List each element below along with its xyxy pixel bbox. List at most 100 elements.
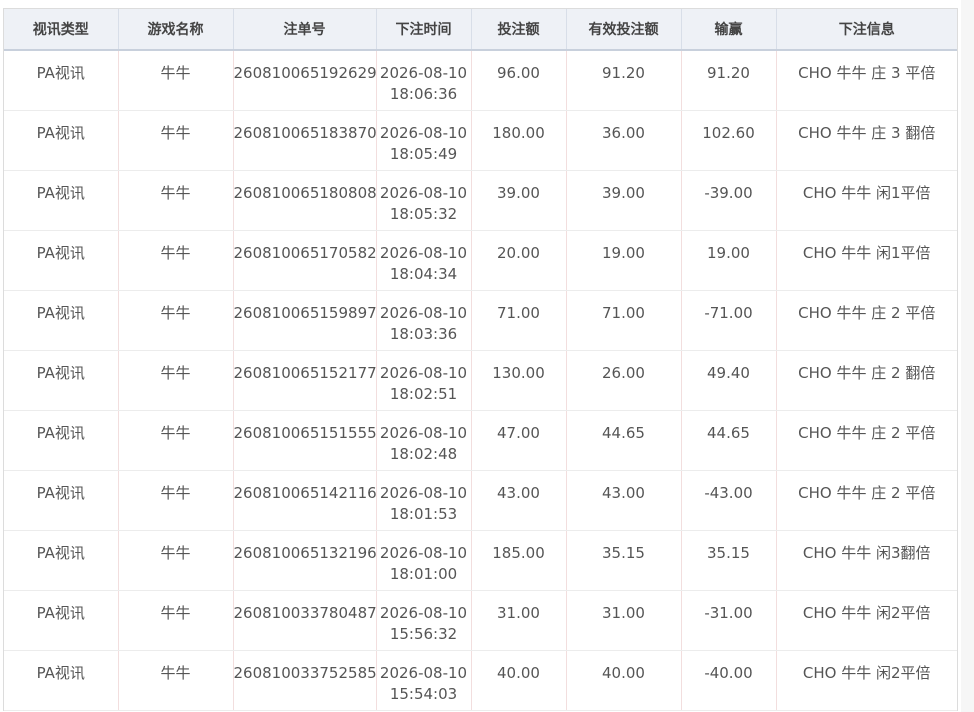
table-row[interactable]: PA视讯 牛牛 260810065132196 2026-08-10 18:01:00 1… — [4, 530, 957, 591]
valid-bet-cell: 71.00 — [566, 290, 682, 351]
video-type-cell: PA视讯 — [4, 470, 119, 531]
bet-id-cell: 260810065192629 — [233, 50, 377, 111]
bet-clock-time: 18:05:49 — [389, 144, 458, 163]
bet-amount-cell: 96.00 — [471, 50, 567, 111]
bet-amount-cell: 39.00 — [471, 170, 567, 231]
bet-amount-cell: 180.00 — [471, 110, 567, 171]
bet-id-cell: 260810065132196 — [233, 530, 377, 591]
game-name-cell: 牛牛 — [118, 350, 234, 411]
bet-info-cell: CHO 牛牛 闲2平倍 — [776, 590, 957, 651]
bet-date: 2026-08-10 — [379, 663, 468, 682]
bet-clock-time: 18:06:36 — [389, 85, 458, 103]
table-row[interactable]: PA视讯 牛牛 260810065170582 2026-08-10 18:04:34 2… — [4, 230, 957, 291]
game-name-cell: 牛牛 — [118, 110, 234, 171]
bet-date: 2026-08-10 — [379, 423, 468, 442]
win-loss-cell: 19.00 — [681, 230, 777, 291]
bet-time-cell: 2026-08-10 15:54:03 — [376, 650, 472, 711]
table-row[interactable]: PA视讯 牛牛 260810033780487 2026-08-10 15:56:32 3… — [4, 590, 957, 651]
video-type-cell: PA视讯 — [4, 650, 119, 711]
bet-id-cell: 260810065183870 — [233, 110, 377, 171]
bet-time-cell: 2026-08-10 18:02:51 — [376, 350, 472, 411]
valid-bet-cell: 91.20 — [566, 50, 682, 111]
bet-id-cell: 260810065152177 — [233, 350, 377, 411]
valid-bet-cell: 40.00 — [566, 650, 682, 711]
bet-info-cell: CHO 牛牛 闲1平倍 — [776, 170, 957, 231]
table-row[interactable]: PA视讯 牛牛 260810033752585 2026-08-10 15:54:03 4… — [4, 650, 957, 711]
bet-info-cell: CHO 牛牛 庄 3 翻倍 — [776, 110, 957, 171]
bet-info-cell: CHO 牛牛 庄 2 平倍 — [776, 410, 957, 471]
bet-clock-time: 18:01:00 — [389, 564, 458, 583]
header-game-name[interactable]: 游戏名称 — [118, 9, 234, 51]
game-name-cell: 牛牛 — [118, 590, 234, 651]
game-name-cell: 牛牛 — [118, 650, 234, 711]
win-loss-cell: -31.00 — [681, 590, 777, 651]
bet-info-cell: CHO 牛牛 闲3翻倍 — [776, 530, 957, 591]
bet-time-cell: 2026-08-10 18:01:00 — [376, 530, 472, 591]
bet-time-cell: 2026-08-10 18:03:36 — [376, 290, 472, 351]
game-name-cell: 牛牛 — [118, 410, 234, 471]
bet-id-cell: 260810065180808 — [233, 170, 377, 231]
bet-amount-cell: 40.00 — [471, 650, 567, 711]
header-video-type[interactable]: 视讯类型 — [4, 9, 119, 51]
table-row[interactable]: PA视讯 牛牛 260810065152177 2026-08-10 18:02:51 1… — [4, 350, 957, 411]
bet-date: 2026-08-10 — [379, 363, 468, 382]
video-type-cell: PA视讯 — [4, 50, 119, 111]
video-type-cell: PA视讯 — [4, 410, 119, 471]
bet-info-cell: CHO 牛牛 闲2平倍 — [776, 650, 957, 711]
win-loss-cell: 49.40 — [681, 350, 777, 411]
win-loss-cell: -39.00 — [681, 170, 777, 231]
win-loss-cell: -71.00 — [681, 290, 777, 351]
bet-clock-time: 18:03:36 — [389, 324, 458, 343]
video-type-cell: PA视讯 — [4, 530, 119, 591]
valid-bet-cell: 36.00 — [566, 110, 682, 171]
video-type-cell: PA视讯 — [4, 590, 119, 651]
win-loss-cell: 102.60 — [681, 110, 777, 171]
bet-amount-cell: 47.00 — [471, 410, 567, 471]
valid-bet-cell: 43.00 — [566, 470, 682, 531]
bet-id-cell: 260810065151555 — [233, 410, 377, 471]
table-row[interactable]: PA视讯 牛牛 260810065180808 2026-08-10 18:05:32 3… — [4, 170, 957, 231]
bet-clock-time: 18:02:48 — [389, 444, 458, 463]
bet-clock-time: 18:02:51 — [389, 384, 458, 403]
game-name-cell: 牛牛 — [118, 170, 234, 231]
table-row[interactable]: PA视讯 牛牛 260810065151555 2026-08-10 18:02:48 4… — [4, 410, 957, 471]
bet-date: 2026-08-10 — [379, 603, 468, 622]
bet-info-cell: CHO 牛牛 庄 2 翻倍 — [776, 350, 957, 411]
bet-info-cell: CHO 牛牛 庄 2 平倍 — [776, 290, 957, 351]
bet-id-cell: 260810033752585 — [233, 650, 377, 711]
game-name-cell: 牛牛 — [118, 530, 234, 591]
bet-time-cell: 2026-08-10 18:02:48 — [376, 410, 472, 471]
game-name-cell: 牛牛 — [118, 230, 234, 291]
table-row[interactable]: PA视讯 牛牛 260810065159897 2026-08-10 18:03:36 7… — [4, 290, 957, 351]
video-type-cell: PA视讯 — [4, 230, 119, 291]
bet-clock-time: 18:01:53 — [389, 504, 458, 523]
bet-amount-cell: 43.00 — [471, 470, 567, 531]
bet-amount-cell: 31.00 — [471, 590, 567, 651]
bet-time-cell: 2026-08-10 18:06:36 — [376, 50, 472, 111]
bet-amount-cell: 20.00 — [471, 230, 567, 291]
header-bet-id[interactable]: 注单号 — [233, 9, 377, 51]
header-valid-bet[interactable]: 有效投注额 — [566, 9, 682, 51]
bet-date: 2026-08-10 — [379, 64, 468, 82]
bet-time-cell: 2026-08-10 15:56:32 — [376, 590, 472, 651]
table-body: PA视讯 牛牛 260810065192629 2026-08-10 18:06:36 9… — [4, 50, 957, 711]
header-win-loss[interactable]: 输赢 — [681, 9, 777, 51]
video-type-cell: PA视讯 — [4, 290, 119, 351]
table-row[interactable]: PA视讯 牛牛 260810065192629 2026-08-10 18:06:36 9… — [4, 50, 957, 111]
bet-date: 2026-08-10 — [379, 243, 468, 262]
bet-id-cell: 260810065170582 — [233, 230, 377, 291]
header-bet-amount[interactable]: 投注额 — [471, 9, 567, 51]
header-bet-time[interactable]: 下注时间 — [376, 9, 472, 51]
bet-time-cell: 2026-08-10 18:01:53 — [376, 470, 472, 531]
bet-date: 2026-08-10 — [379, 483, 468, 502]
bet-date: 2026-08-10 — [379, 543, 468, 562]
table-header-row: 视讯类型 游戏名称 注单号 下注时间 投注额 有效投注额 输赢 下注信息 — [4, 9, 957, 51]
table-row[interactable]: PA视讯 牛牛 260810065183870 2026-08-10 18:05:49 1… — [4, 110, 957, 171]
bet-clock-time: 18:04:34 — [389, 264, 458, 283]
bet-records-table-container: 视讯类型 游戏名称 注单号 下注时间 投注额 有效投注额 输赢 下注信息 PA视… — [3, 8, 958, 711]
valid-bet-cell: 26.00 — [566, 350, 682, 411]
header-bet-info[interactable]: 下注信息 — [776, 9, 957, 51]
bet-id-cell: 260810065159897 — [233, 290, 377, 351]
valid-bet-cell: 35.15 — [566, 530, 682, 591]
table-row[interactable]: PA视讯 牛牛 260810065142116 2026-08-10 18:01:53 4… — [4, 470, 957, 531]
